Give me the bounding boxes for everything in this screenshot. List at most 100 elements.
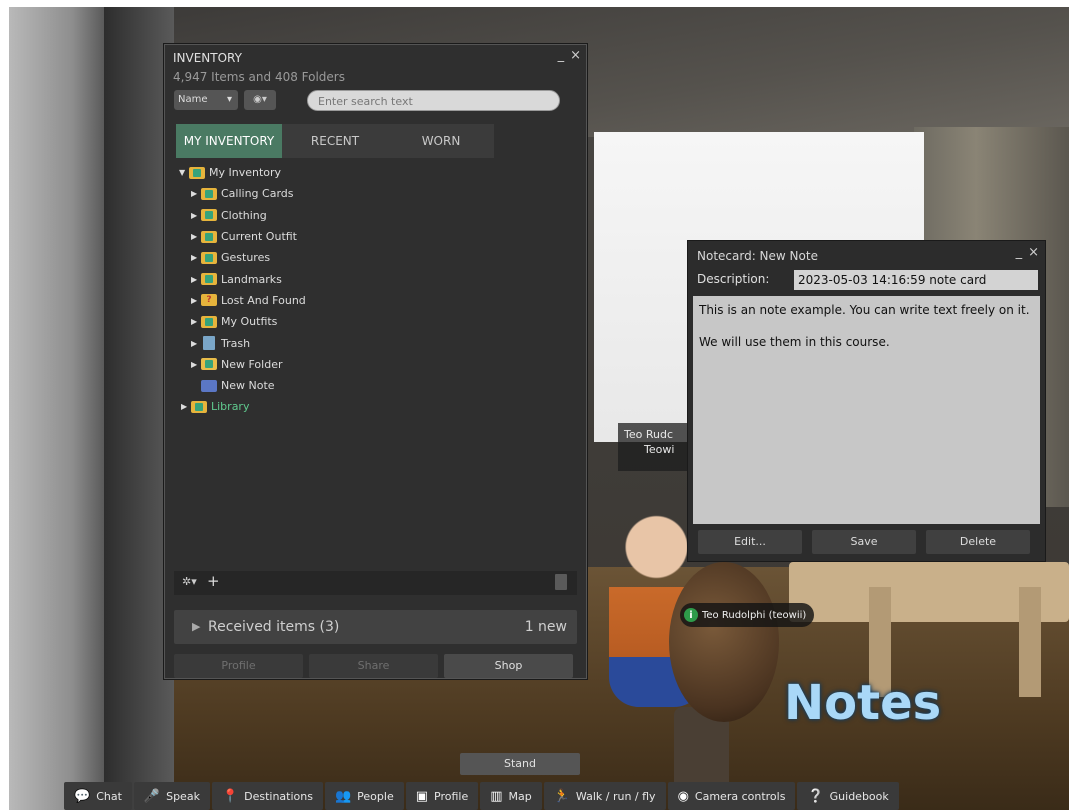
delete-button[interactable]: Delete — [926, 530, 1030, 554]
tab-recent[interactable]: RECENT — [282, 124, 388, 158]
tree-item[interactable]: ▶ My Outfits — [179, 311, 559, 332]
people-icon: 👥 — [334, 788, 352, 804]
tab-my-inventory[interactable]: MY INVENTORY — [176, 124, 282, 158]
tree-label: Current Outfit — [221, 230, 297, 244]
inventory-window[interactable]: INVENTORY _ × 4,947 Items and 408 Folder… — [163, 43, 588, 680]
edit-button[interactable]: Edit... — [698, 530, 802, 554]
minimize-icon[interactable]: _ — [1016, 245, 1023, 260]
bottom-toolbar: 💬 Chat 🎤 Speak 📍 Destinations 👥 People ▣ Prof… — [64, 782, 899, 810]
tree-label: My Outfits — [221, 315, 278, 329]
filter-eye-button[interactable]: ◉▾ — [244, 90, 276, 110]
tree-item[interactable]: ▶ Clothing — [179, 205, 559, 226]
toolbar-label: Walk / run / fly — [575, 789, 656, 803]
tree-label: New Note — [221, 379, 275, 393]
expand-right-icon[interactable]: ▶ — [191, 253, 201, 262]
expand-right-icon[interactable]: ▶ — [191, 339, 201, 348]
tree-item[interactable]: ▶ Current Outfit — [179, 226, 559, 247]
notecard-icon — [201, 379, 217, 392]
mic-icon: 🎤 — [143, 788, 161, 804]
expand-right-icon[interactable]: ▶ — [191, 275, 201, 284]
sort-value: Name — [178, 94, 208, 105]
lost-found-icon: ? — [201, 294, 217, 307]
tree-item[interactable]: ▶ Trash — [179, 332, 559, 353]
notecard-text-area[interactable]: This is an note example. You can write t… — [693, 296, 1040, 524]
tree-item[interactable]: ▶ New Folder — [179, 354, 559, 375]
description-field[interactable]: 2023-05-03 14:16:59 note card — [794, 270, 1038, 290]
chat-button[interactable]: 💬 Chat — [64, 782, 132, 810]
expand-right-icon[interactable]: ▶ — [191, 211, 201, 220]
profile-button[interactable]: Profile — [174, 654, 303, 678]
map-button[interactable]: ▥ Map — [480, 782, 542, 810]
received-items-panel[interactable]: ▶ Received items (3) 1 new — [174, 610, 577, 644]
notecard-window[interactable]: Notecard: New Note _ × Description: 2023… — [687, 240, 1046, 562]
add-icon[interactable]: + — [207, 572, 220, 590]
guidebook-button[interactable]: ❔ Guidebook — [797, 782, 899, 810]
tree-label: Landmarks — [221, 272, 282, 286]
toolbar-label: Destinations — [244, 789, 313, 803]
close-icon[interactable]: × — [570, 48, 581, 63]
tree-item[interactable]: ▶ Gestures — [179, 247, 559, 268]
tab-worn[interactable]: WORN — [388, 124, 494, 158]
gear-icon[interactable]: ✲▾ — [182, 575, 197, 588]
stand-button[interactable]: Stand — [460, 753, 580, 775]
tree-label: Lost And Found — [221, 293, 306, 307]
window-controls: _ × — [1016, 245, 1039, 260]
expand-right-icon[interactable]: ▶ — [192, 620, 200, 633]
walk-icon: 🏃 — [553, 788, 570, 804]
tree-label: Gestures — [221, 251, 271, 265]
eye-icon: ◉ — [677, 788, 689, 804]
folder-icon — [201, 315, 217, 328]
people-button[interactable]: 👥 People — [324, 782, 404, 810]
profile-toolbar-button[interactable]: ▣ Profile — [405, 782, 479, 810]
item-count: 4,947 Items and 408 Folders — [173, 70, 345, 84]
body-paragraph: This is an note example. You can write t… — [699, 303, 1030, 317]
toolbar-label: Chat — [96, 789, 122, 803]
inventory-action-bar: ✲▾ + — [174, 571, 577, 595]
inventory-tabs: MY INVENTORY RECENT WORN — [176, 124, 494, 158]
destinations-button[interactable]: 📍 Destinations — [211, 782, 323, 810]
expand-right-icon[interactable]: ▶ — [191, 360, 201, 369]
map-icon: ▥ — [490, 788, 503, 804]
shop-button[interactable]: Shop — [444, 654, 573, 678]
speak-button[interactable]: 🎤 Speak — [133, 782, 210, 810]
expand-right-icon[interactable]: ▶ — [191, 232, 201, 241]
trash-icon[interactable] — [555, 574, 567, 590]
tree-library[interactable]: ▶ Library — [179, 396, 559, 417]
share-button[interactable]: Share — [309, 654, 438, 678]
trash-icon — [203, 336, 215, 351]
search-input[interactable]: Enter search text — [307, 90, 560, 111]
tree-label: Trash — [221, 336, 251, 350]
tree-item[interactable]: New Note — [179, 375, 559, 396]
expand-right-icon[interactable]: ▶ — [181, 402, 191, 411]
sort-dropdown[interactable]: Name ▾ — [174, 90, 238, 110]
received-label: Received items (3) — [208, 619, 340, 635]
toolbar-label: Map — [508, 789, 532, 803]
folder-icon — [201, 273, 217, 286]
folder-icon — [201, 251, 217, 264]
folder-icon — [201, 230, 217, 243]
inventory-tree: ▼ My Inventory ▶ Calling Cards ▶ Clothin… — [179, 162, 559, 418]
camera-controls-button[interactable]: ◉ Camera controls — [667, 782, 796, 810]
expand-right-icon[interactable]: ▶ — [191, 189, 201, 198]
expand-right-icon[interactable]: ▶ — [191, 296, 201, 305]
tree-item[interactable]: ▶ Calling Cards — [179, 183, 559, 204]
expand-right-icon[interactable]: ▶ — [191, 317, 201, 326]
avatar-info-tag[interactable]: i Teo Rudolphi (teowii) — [680, 603, 815, 627]
toolbar-label: Profile — [434, 789, 469, 803]
received-new-count: 1 new — [524, 619, 567, 635]
folder-open-icon — [189, 166, 205, 179]
tree-root[interactable]: ▼ My Inventory — [179, 162, 559, 183]
save-button[interactable]: Save — [812, 530, 916, 554]
close-icon[interactable]: × — [1028, 245, 1039, 260]
info-icon[interactable]: i — [684, 608, 698, 622]
walk-run-fly-button[interactable]: 🏃 Walk / run / fly — [543, 782, 666, 810]
tree-item[interactable]: ▶ Landmarks — [179, 268, 559, 289]
name-tag-subline: Teowi — [644, 443, 675, 456]
profile-icon: ▣ — [415, 788, 429, 804]
expand-down-icon[interactable]: ▼ — [179, 168, 189, 177]
folder-icon — [201, 187, 217, 200]
tree-item[interactable]: ▶ ? Lost And Found — [179, 290, 559, 311]
inventory-buttons: Profile Share Shop — [174, 654, 573, 678]
minimize-icon[interactable]: _ — [558, 48, 565, 63]
notecard-buttons: Edit... Save Delete — [698, 530, 1030, 554]
